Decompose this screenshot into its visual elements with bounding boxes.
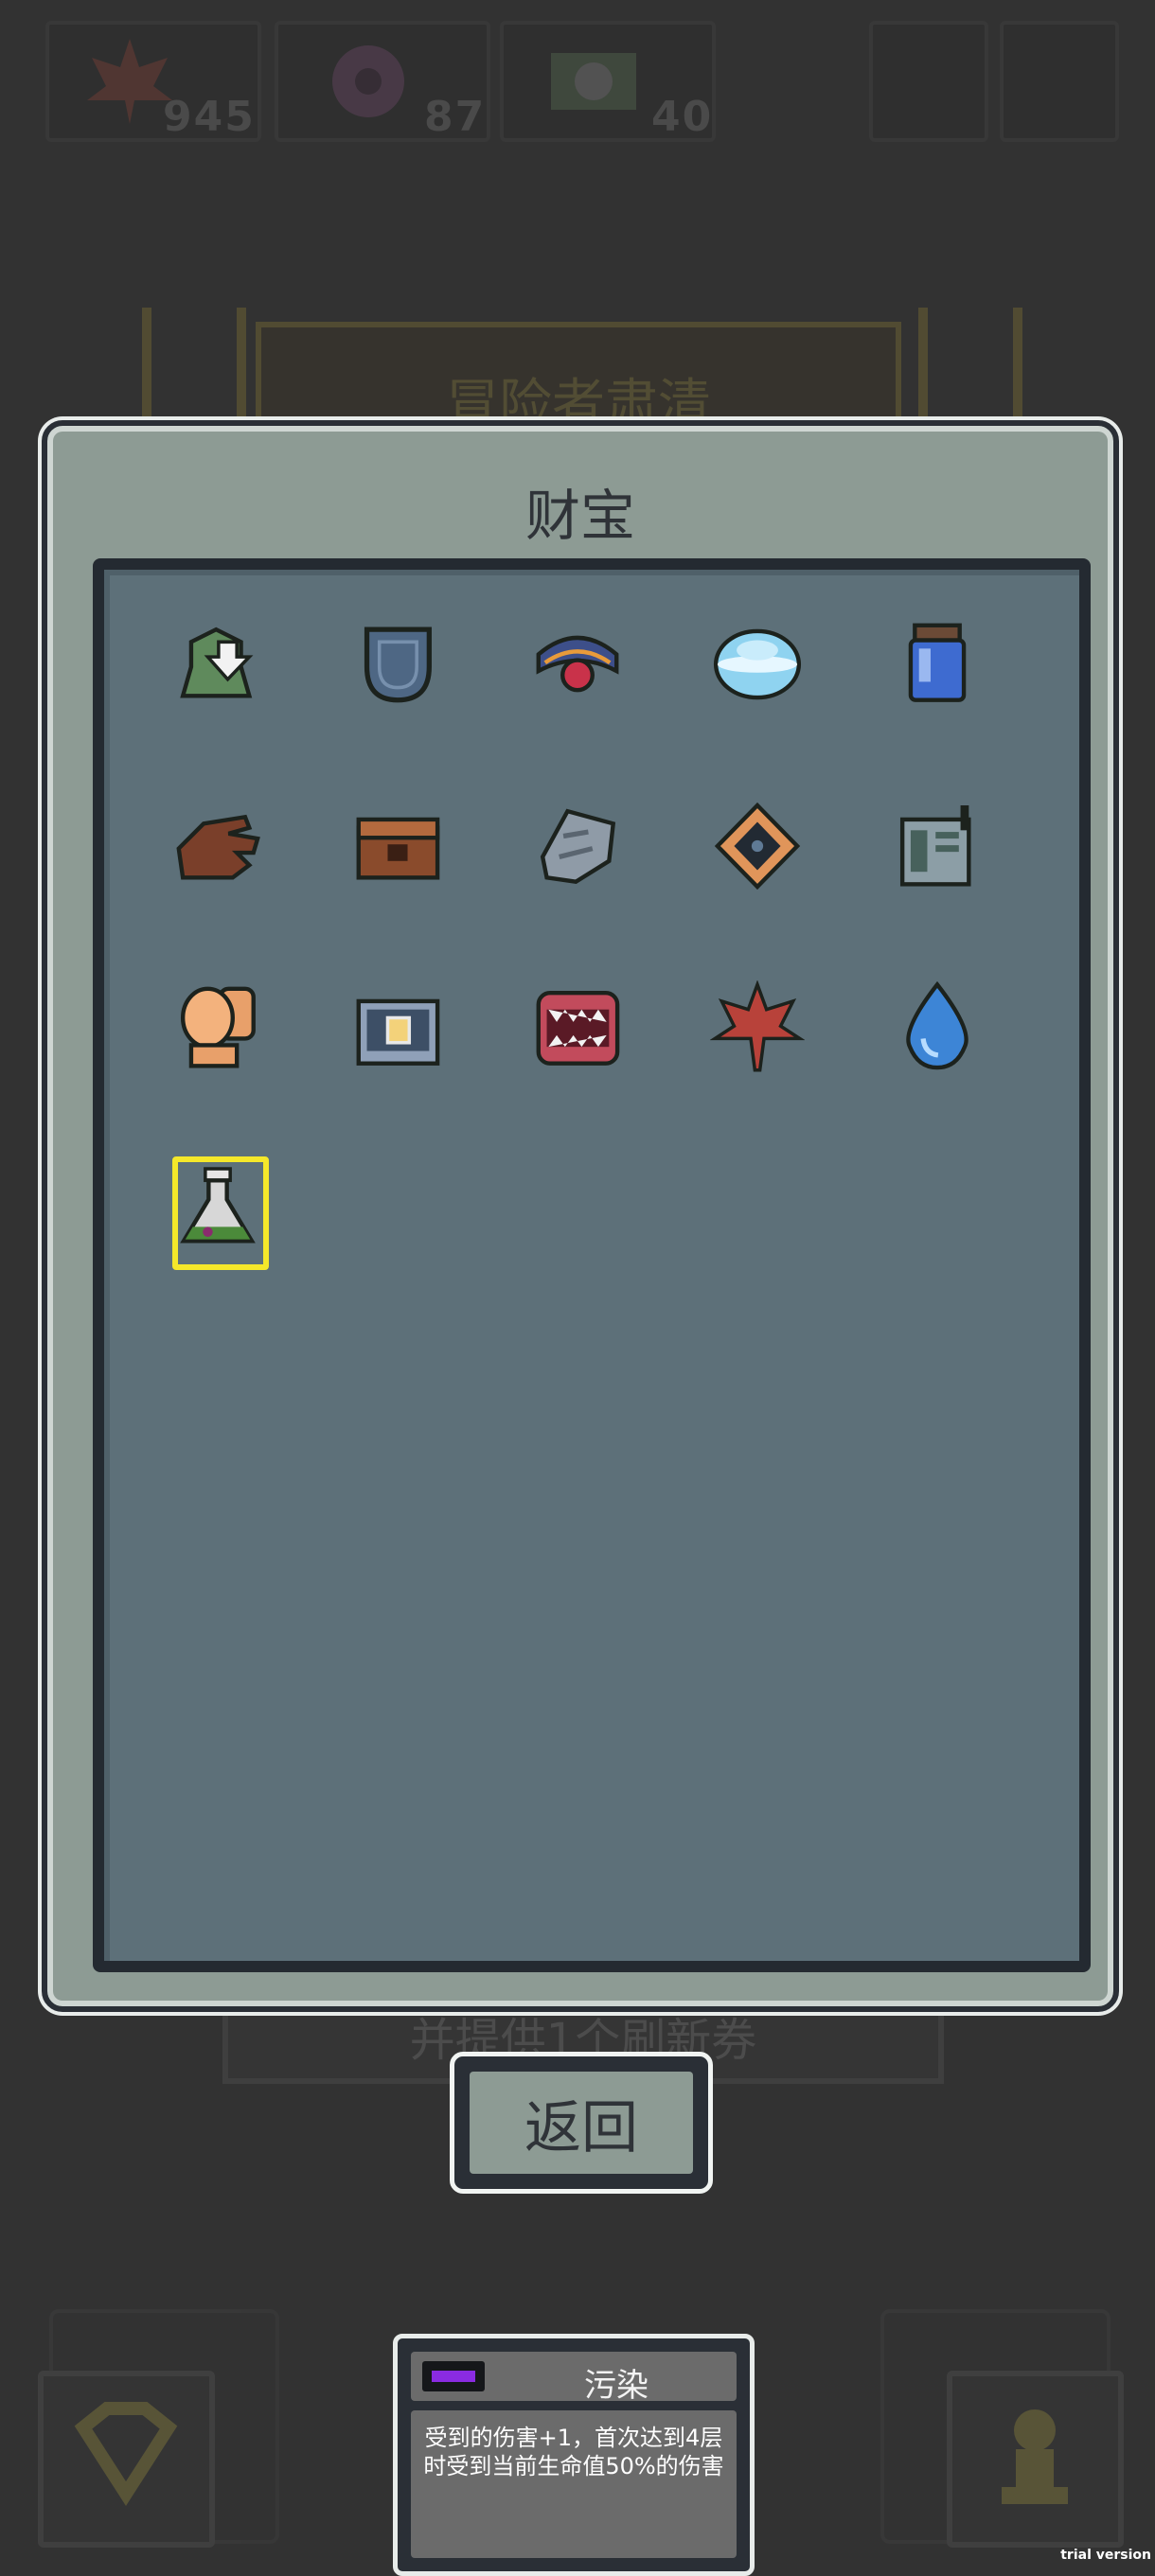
treasure-item[interactable] [341,789,454,903]
tooltip-description: 受到的伤害+1，首次达到4层时受到当前生命值50%的伤害 [411,2410,737,2558]
green-hooded-figure-icon [180,626,254,698]
treasure-grid [93,558,1091,1972]
flower-icon [332,45,404,117]
maple-leaf-icon [710,980,805,1072]
treasure-item[interactable] [701,608,814,721]
treasure-item[interactable] [161,971,275,1085]
treasure-item[interactable] [161,1153,275,1270]
wooden-chest-icon [356,817,440,880]
resource-2-value: 87 [424,93,487,141]
treasure-item[interactable] [701,789,814,903]
banner-pillar-left [142,308,246,421]
cyan-ufo-disc-icon [713,628,802,700]
gem-icon [74,2402,178,2506]
treasure-item[interactable] [521,608,634,721]
water-drop-icon [906,980,968,1070]
radio-device-icon [899,805,971,887]
return-button-label: 返回 [470,2072,693,2174]
mimic-mouth-icon [536,990,620,1066]
brown-glove-icon [176,814,260,880]
tooltip-color-swatch [422,2361,485,2391]
steel-rock-icon [540,808,616,885]
tooltip-header: 污染 [411,2352,737,2405]
treasure-item[interactable] [161,789,275,903]
camera-box-icon [356,998,440,1066]
resource-3-value: 40 [651,93,714,141]
blue-pocket-icon [364,626,432,703]
return-button[interactable]: 返回 [450,2052,713,2194]
treasure-panel: 财宝 [42,420,1119,2012]
treasure-item[interactable] [521,971,634,1085]
diamond-eye-sigil-icon [714,802,801,891]
pawn-icon [1002,2409,1068,2504]
creature-icon [551,53,636,110]
trial-watermark: trial version [1060,2548,1151,2563]
top-button-1[interactable] [869,21,988,142]
treasure-item[interactable] [880,608,994,721]
item-tooltip: 污染 受到的伤害+1，首次达到4层时受到当前生命值50%的伤害 [393,2334,755,2576]
gem-button[interactable] [38,2371,215,2548]
treasure-item[interactable] [880,971,994,1085]
blue-potion-jar-icon [908,623,967,702]
treasure-item[interactable] [701,971,814,1085]
poison-flask-icon [180,1167,256,1244]
orange-toilet-icon [180,986,256,1068]
red-orb-relic-icon [536,635,619,693]
treasure-item[interactable] [161,608,275,721]
treasure-item[interactable] [521,789,634,903]
resource-1-value: 945 [163,93,256,141]
panel-title: 财宝 [524,484,635,548]
treasure-item[interactable] [341,971,454,1085]
tooltip-title: 污染 [584,2367,649,2405]
character-button[interactable] [947,2371,1124,2548]
banner-pillar-right [918,308,1022,421]
treasure-item[interactable] [341,608,454,721]
top-button-2[interactable] [1000,21,1119,142]
treasure-item[interactable] [880,789,994,903]
